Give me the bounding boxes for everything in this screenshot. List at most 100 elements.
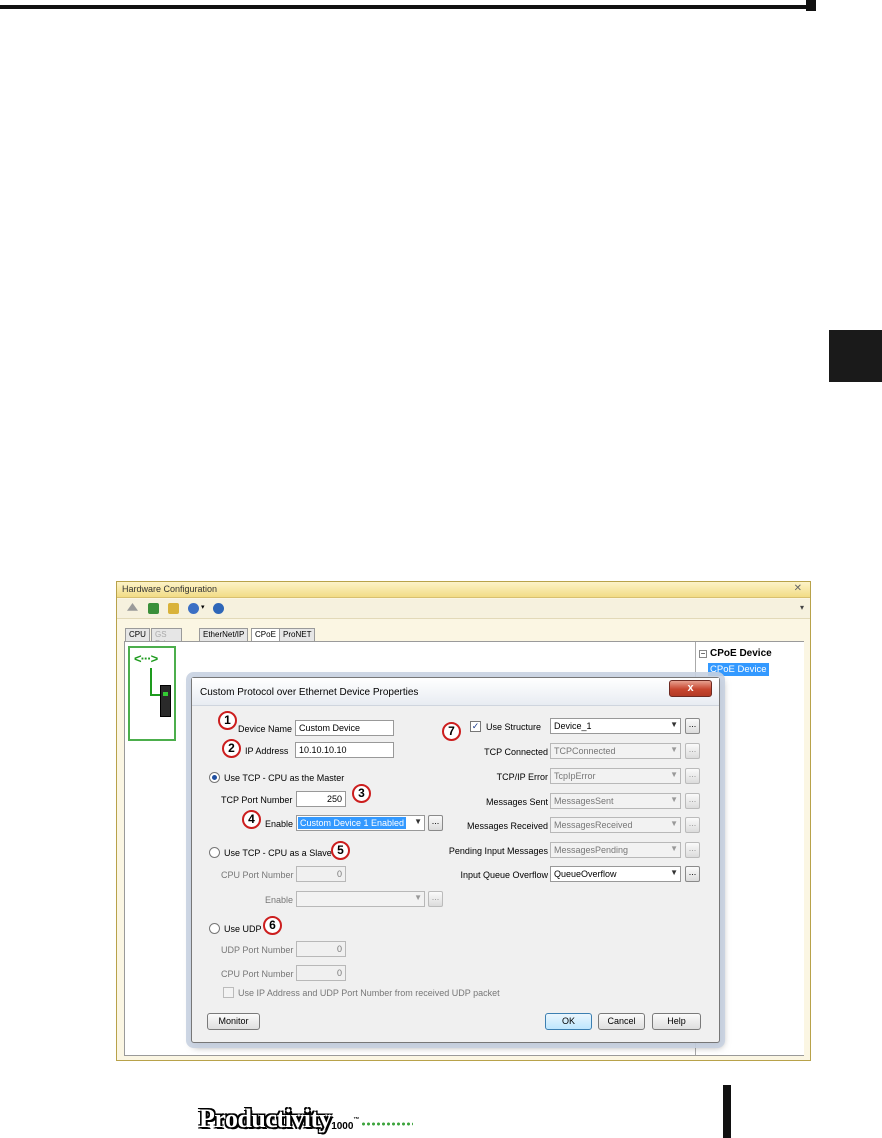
messages-sent-browse-button[interactable]: ... (685, 793, 700, 809)
tcp-connected-label: TCP Connected (484, 747, 548, 757)
use-structure-label: Use Structure (486, 722, 542, 732)
chevron-down-icon: ▼ (414, 893, 422, 902)
chevron-down-icon: ▼ (670, 844, 678, 853)
callout-2: 2 (222, 739, 241, 758)
tcpip-error-label: TCP/IP Error (496, 772, 548, 782)
tcpip-error-browse-button[interactable]: ... (685, 768, 700, 784)
tab-gs-drives[interactable]: GS Drives (151, 628, 182, 648)
tcpip-error-value: TcpIpError (554, 771, 596, 781)
device-module-icon (160, 685, 171, 717)
ip-address-label: IP Address (245, 746, 289, 756)
use-structure-value: Device_1 (554, 721, 592, 731)
use-structure-combo[interactable]: Device_1 ▼ (550, 718, 681, 734)
tab-pronet[interactable]: ProNET (279, 628, 316, 642)
chevron-down-icon: ▼ (670, 868, 678, 877)
enable-tag-browse-button[interactable]: ... (428, 815, 443, 831)
queue-overflow-combo[interactable]: QueueOverflow ▼ (550, 866, 681, 882)
tcpip-error-combo[interactable]: TcpIpError ▼ (550, 768, 681, 784)
udp-cpu-port-field[interactable]: 0 (296, 965, 346, 981)
callout-3: 3 (352, 784, 371, 803)
dialog-titlebar: Custom Protocol over Ethernet Device Pro… (192, 678, 719, 706)
logo-dots (361, 1121, 414, 1127)
pending-input-combo[interactable]: MessagesPending ▼ (550, 842, 681, 858)
dialog-close-button[interactable]: x (669, 680, 712, 697)
discover-dropdown-icon[interactable]: ▾ (201, 603, 205, 611)
messages-received-browse-button[interactable]: ... (685, 817, 700, 833)
cpu-port-label: CPU Port Number (221, 870, 294, 880)
tcp-connected-value: TCPConnected (554, 746, 616, 756)
tcp-port-label: TCP Port Number (221, 795, 293, 805)
device-name-label: Device Name (238, 724, 293, 734)
slave-enable-combo[interactable]: ▼ (296, 891, 425, 907)
udp-label[interactable]: Use UDP (224, 924, 262, 934)
tcp-slave-radio[interactable] (209, 847, 220, 858)
tcp-master-label[interactable]: Use TCP - CPU as the Master (224, 773, 344, 783)
monitor-button[interactable]: Monitor (207, 1013, 260, 1030)
verify-icon[interactable] (148, 603, 159, 614)
messages-sent-label: Messages Sent (485, 797, 548, 807)
tree-root[interactable]: − CPoE Device (699, 648, 772, 659)
ip-address-field[interactable]: 10.10.10.10 (295, 742, 394, 758)
tree-root-label: CPoE Device (710, 648, 772, 659)
help-icon[interactable] (213, 603, 224, 614)
dialog-title: Custom Protocol over Ethernet Device Pro… (200, 687, 419, 698)
discover-icon[interactable] (188, 603, 199, 614)
enable-tag-value: Custom Device 1 Enabled (298, 817, 407, 829)
tcp-connected-browse-button[interactable]: ... (685, 743, 700, 759)
udp-radio[interactable] (209, 923, 220, 934)
tcp-connected-combo[interactable]: TCPConnected ▼ (550, 743, 681, 759)
tab-ethernet-ip[interactable]: EtherNet/IP (199, 628, 249, 642)
collapse-icon[interactable]: − (699, 650, 707, 658)
pending-input-label: Pending Input Messages (448, 846, 548, 856)
ok-button[interactable]: OK (545, 1013, 592, 1030)
cpoe-device-icon[interactable]: <···> (128, 646, 176, 741)
top-rule-end-block (806, 0, 816, 11)
tree-item-cpoe-device[interactable]: CPoE Device (708, 663, 769, 676)
queue-overflow-value: QueueOverflow (554, 869, 617, 879)
device-led-icon (163, 692, 168, 696)
slave-enable-browse-button[interactable]: ... (428, 891, 443, 907)
messages-received-combo[interactable]: MessagesReceived ▼ (550, 817, 681, 833)
udp-port-field[interactable]: 0 (296, 941, 346, 957)
udp-packet-label: Use IP Address and UDP Port Number from … (238, 988, 500, 998)
chevron-down-icon: ▼ (670, 819, 678, 828)
device-name-field[interactable]: Custom Device (295, 720, 394, 736)
callout-5: 5 (331, 841, 350, 860)
enable-label: Enable (265, 819, 294, 829)
udp-packet-checkbox[interactable] (223, 987, 234, 998)
use-structure-checkbox[interactable]: ✓ (470, 721, 481, 732)
hw-title: Hardware Configuration (122, 584, 218, 594)
network-arrows-icon: <···> (134, 651, 158, 666)
queue-overflow-browse-button[interactable]: ... (685, 866, 700, 882)
help-button[interactable]: Help (652, 1013, 701, 1030)
top-rule (0, 5, 806, 9)
slave-enable-label: Enable (265, 895, 294, 905)
callout-7: 7 (442, 722, 461, 741)
tcp-master-radio[interactable] (209, 772, 220, 783)
eject-icon[interactable] (127, 603, 138, 611)
enable-tag-combo[interactable]: Custom Device 1 Enabled ▼ (296, 815, 425, 831)
callout-1: 1 (218, 711, 237, 730)
hw-toolbar: ▾ ▾ (117, 599, 810, 619)
bottom-rule-block (723, 1085, 731, 1138)
udp-port-label: UDP Port Number (221, 945, 294, 955)
logo-number: 1000 (331, 1121, 354, 1132)
chevron-down-icon: ▼ (670, 770, 678, 779)
cancel-button[interactable]: Cancel (598, 1013, 645, 1030)
cpu-port-field[interactable]: 0 (296, 866, 346, 882)
hw-titlebar: Hardware Configuration ✕ (117, 582, 810, 598)
refresh-icon[interactable] (168, 603, 179, 614)
chevron-down-icon: ▼ (670, 745, 678, 754)
tcp-slave-label[interactable]: Use TCP - CPU as a Slave (224, 848, 332, 858)
messages-sent-combo[interactable]: MessagesSent ▼ (550, 793, 681, 809)
hw-close-icon[interactable]: ✕ (794, 583, 802, 594)
messages-received-value: MessagesReceived (554, 820, 633, 830)
tab-cpu[interactable]: CPU (125, 628, 150, 642)
tcp-port-field[interactable]: 250 (296, 791, 346, 807)
queue-overflow-label: Input Queue Overflow (460, 870, 548, 880)
chevron-down-icon: ▼ (670, 795, 678, 804)
toolbar-overflow-icon[interactable]: ▾ (800, 603, 804, 612)
pending-input-value: MessagesPending (554, 845, 629, 855)
use-structure-browse-button[interactable]: ... (685, 718, 700, 734)
pending-input-browse-button[interactable]: ... (685, 842, 700, 858)
